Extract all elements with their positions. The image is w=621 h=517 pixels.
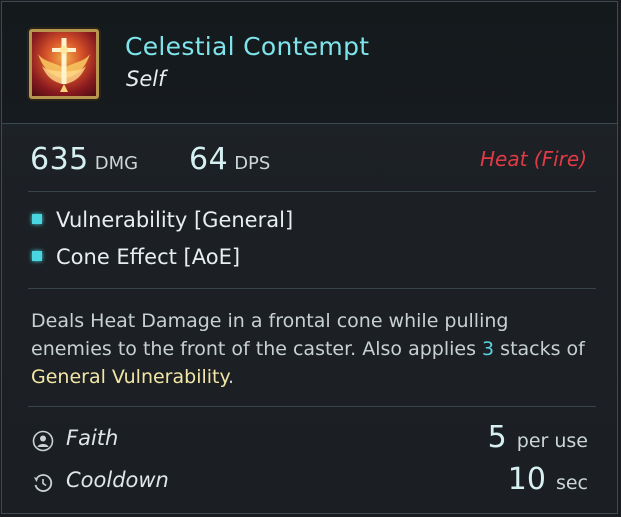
effect-item: Vulnerability [General] <box>32 208 293 232</box>
winged-cross-flame-icon <box>29 29 99 99</box>
divider <box>28 191 596 192</box>
damage-type: Heat (Fire) <box>480 147 587 171</box>
cooldown-row: Cooldown 10 sec <box>32 462 592 502</box>
damage-value: 635 <box>30 142 89 177</box>
ability-target: Self <box>126 67 166 91</box>
description-stacks: 3 <box>482 338 495 360</box>
description-text: stacks of <box>494 338 585 360</box>
ability-name: Celestial Contempt <box>125 32 370 61</box>
damage-unit: DMG <box>94 153 139 174</box>
dps-value: 64 <box>189 142 229 177</box>
dps-unit: DPS <box>234 153 271 174</box>
cost-value: 5 per use <box>488 420 588 455</box>
cost-unit: per use <box>516 430 588 452</box>
description-highlight: General Vulnerability <box>31 366 229 388</box>
dps-stat: 64 DPS <box>189 142 270 178</box>
description-text: Deals Heat Damage in a frontal cone whil… <box>31 310 509 360</box>
divider <box>28 406 596 407</box>
faith-icon <box>32 430 54 452</box>
resource-cost-row: Faith 5 per use <box>32 420 592 460</box>
damage-stat: 635 DMG <box>30 142 138 178</box>
ability-description: Deals Heat Damage in a frontal cone whil… <box>31 307 591 391</box>
cost-value: 10 sec <box>508 462 588 497</box>
cooldown-icon <box>34 474 53 492</box>
cost-label: Faith <box>66 426 119 450</box>
cost-unit: sec <box>555 472 588 494</box>
effect-label: Cone Effect [AoE] <box>56 245 241 269</box>
effect-label: Vulnerability [General] <box>56 208 294 232</box>
divider <box>28 288 596 289</box>
cost-number: 5 <box>487 420 507 455</box>
effect-item: Cone Effect [AoE] <box>32 245 240 269</box>
bullet-icon <box>32 251 42 261</box>
description-text: . <box>228 366 235 388</box>
ability-tooltip: Celestial Contempt Self 635 DMG 64 DPS Hea… <box>1 1 618 514</box>
bullet-icon <box>32 214 42 224</box>
cost-label: Cooldown <box>66 468 169 492</box>
tooltip-header: Celestial Contempt Self <box>2 2 617 124</box>
cost-number: 10 <box>507 462 546 497</box>
